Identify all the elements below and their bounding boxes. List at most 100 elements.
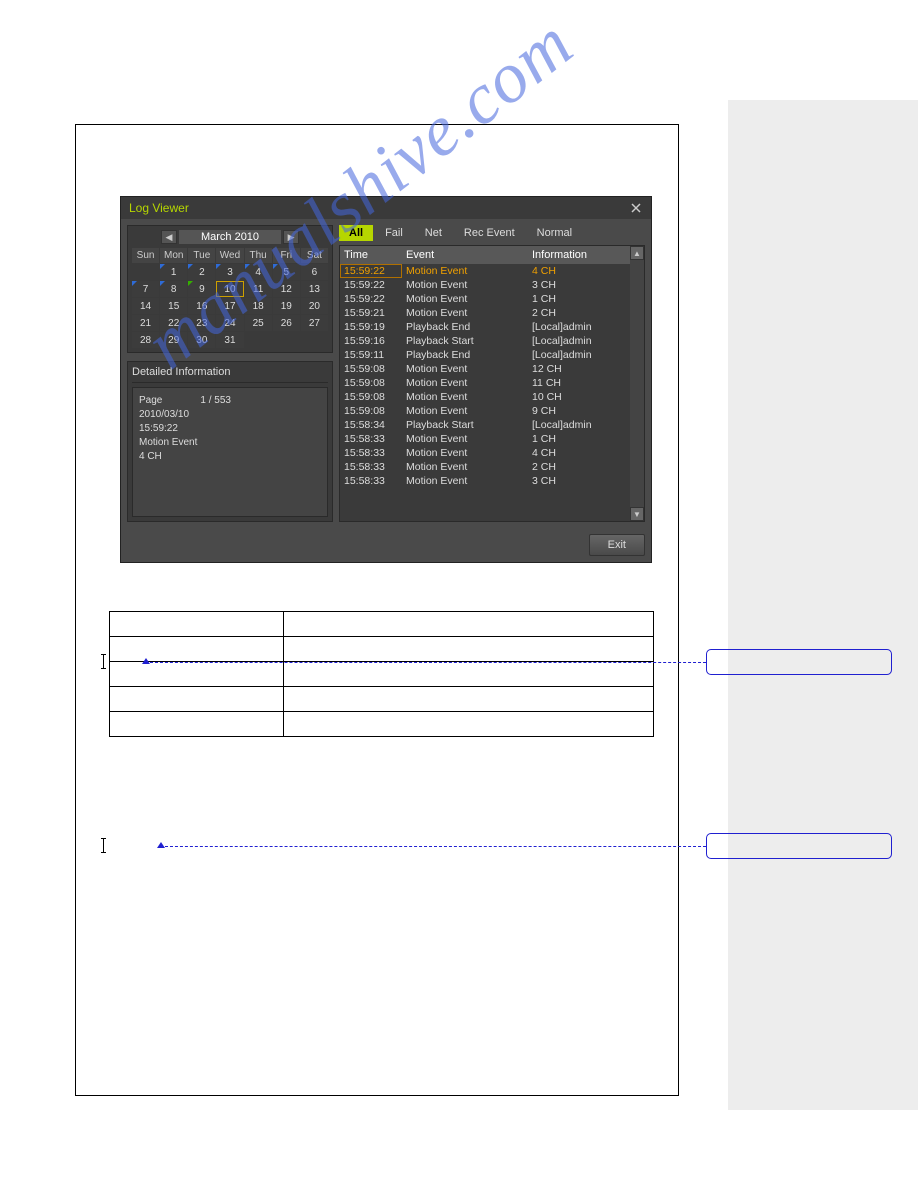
calendar-day[interactable]: 22: [160, 315, 187, 331]
log-row[interactable]: 15:59:08Motion Event 9 CH: [340, 404, 630, 418]
log-row[interactable]: 15:59:21Motion Event 2 CH: [340, 306, 630, 320]
log-row[interactable]: 15:59:08Motion Event 11 CH: [340, 376, 630, 390]
detail-line: Motion Event: [139, 436, 321, 450]
calendar-day[interactable]: 3: [216, 264, 243, 280]
event-marker-icon: [132, 281, 137, 286]
calendar-day[interactable]: 8: [160, 281, 187, 297]
prev-month-button[interactable]: ◀: [161, 230, 177, 244]
log-cell-info: 12 CH: [528, 362, 630, 376]
scroll-down-button[interactable]: ▼: [630, 507, 644, 521]
log-cell-info: 2 CH: [528, 306, 630, 320]
log-cell-info: 2 CH: [528, 460, 630, 474]
next-month-button[interactable]: ▶: [283, 230, 299, 244]
log-row[interactable]: 15:59:22Motion Event 1 CH: [340, 292, 630, 306]
tab-rec-event[interactable]: Rec Event: [454, 225, 525, 241]
log-row[interactable]: 15:58:33Motion Event 1 CH: [340, 432, 630, 446]
cursor-icon: [103, 654, 104, 669]
calendar-day[interactable]: 17: [216, 298, 243, 314]
log-row[interactable]: 15:58:33Motion Event 4 CH: [340, 446, 630, 460]
calendar-day[interactable]: 23: [188, 315, 215, 331]
detail-line: 4 CH: [139, 450, 321, 464]
calendar-day[interactable]: 2: [188, 264, 215, 280]
calendar-day[interactable]: 18: [245, 298, 272, 314]
log-row[interactable]: 15:58:34Playback Start[Local]admin: [340, 418, 630, 432]
log-row[interactable]: 15:59:11Playback End[Local]admin: [340, 348, 630, 362]
log-cell-time: 15:58:33: [340, 474, 402, 488]
calendar-day[interactable]: 28: [132, 332, 159, 348]
log-row[interactable]: 15:59:08Motion Event 12 CH: [340, 362, 630, 376]
log-row[interactable]: 15:59:16Playback Start[Local]admin: [340, 334, 630, 348]
log-cell-event: Motion Event: [402, 264, 528, 278]
cursor-icon: [103, 838, 104, 853]
log-cell-event: Motion Event: [402, 278, 528, 292]
col-time-header: Time: [340, 246, 402, 264]
log-cell-time: 15:59:22: [340, 278, 402, 292]
calendar-day[interactable]: 1: [160, 264, 187, 280]
event-marker-icon: [160, 281, 165, 286]
event-marker-icon: [216, 264, 221, 269]
month-label: March 2010: [179, 230, 281, 244]
close-icon[interactable]: [629, 201, 643, 215]
log-cell-info: [Local]admin: [528, 334, 630, 348]
calendar-day[interactable]: 27: [301, 315, 328, 331]
log-cell-time: 15:59:08: [340, 362, 402, 376]
calendar-day[interactable]: 13: [301, 281, 328, 297]
tab-fail[interactable]: Fail: [375, 225, 413, 241]
calendar-dow: Wed: [216, 248, 243, 263]
calendar-day[interactable]: 29: [160, 332, 187, 348]
calendar-day[interactable]: 7: [132, 281, 159, 297]
log-cell-info: 11 CH: [528, 376, 630, 390]
exit-button[interactable]: Exit: [589, 534, 645, 556]
calendar-day[interactable]: 24: [216, 315, 243, 331]
calendar-day[interactable]: 5: [273, 264, 300, 280]
calendar: ◀ March 2010 ▶ SunMonTueWedThuFriSat1234…: [127, 225, 333, 353]
tab-all[interactable]: All: [339, 225, 373, 241]
tab-normal[interactable]: Normal: [527, 225, 582, 241]
calendar-day[interactable]: 11: [245, 281, 272, 297]
log-cell-info: 3 CH: [528, 474, 630, 488]
event-marker-icon: [188, 264, 193, 269]
page-margin-shade: [728, 100, 918, 1110]
scroll-up-button[interactable]: ▲: [630, 246, 644, 260]
scrollbar[interactable]: ▲ ▼: [630, 246, 644, 521]
log-cell-time: 15:58:33: [340, 446, 402, 460]
detail-title: Detailed Information: [132, 366, 328, 383]
detail-line: 15:59:22: [139, 422, 321, 436]
calendar-day[interactable]: 14: [132, 298, 159, 314]
col-event-header: Event: [402, 246, 528, 264]
log-row[interactable]: 15:58:33Motion Event 2 CH: [340, 460, 630, 474]
calendar-day[interactable]: 10: [216, 281, 243, 297]
log-cell-info: 1 CH: [528, 292, 630, 306]
log-cell-info: 1 CH: [528, 432, 630, 446]
calendar-day[interactable]: 31: [216, 332, 243, 348]
log-row[interactable]: 15:59:19Playback End[Local]admin: [340, 320, 630, 334]
log-cell-event: Motion Event: [402, 432, 528, 446]
log-cell-time: 15:59:19: [340, 320, 402, 334]
calendar-day[interactable]: 4: [245, 264, 272, 280]
log-row[interactable]: 15:59:08Motion Event 10 CH: [340, 390, 630, 404]
log-cell-event: Motion Event: [402, 376, 528, 390]
calendar-day[interactable]: 30: [188, 332, 215, 348]
calendar-day[interactable]: 19: [273, 298, 300, 314]
calendar-day[interactable]: 20: [301, 298, 328, 314]
event-marker-icon: [160, 264, 165, 269]
log-row[interactable]: 15:58:33Motion Event 3 CH: [340, 474, 630, 488]
calendar-day[interactable]: 21: [132, 315, 159, 331]
calendar-dow: Mon: [160, 248, 187, 263]
log-cell-time: 15:58:34: [340, 418, 402, 432]
callout-box: [706, 833, 892, 859]
log-row[interactable]: 15:59:22Motion Event 3 CH: [340, 278, 630, 292]
calendar-day[interactable]: 25: [245, 315, 272, 331]
log-row[interactable]: 15:59:22Motion Event 4 CH: [340, 264, 630, 278]
calendar-day[interactable]: 12: [273, 281, 300, 297]
window-title: Log Viewer: [129, 201, 189, 215]
calendar-day[interactable]: 16: [188, 298, 215, 314]
calendar-day[interactable]: 26: [273, 315, 300, 331]
callout-marker-icon: [142, 658, 150, 664]
calendar-day[interactable]: 6: [301, 264, 328, 280]
calendar-day[interactable]: 15: [160, 298, 187, 314]
log-cell-time: 15:59:11: [340, 348, 402, 362]
tab-net[interactable]: Net: [415, 225, 452, 241]
calendar-day[interactable]: 9: [188, 281, 215, 297]
detail-line: 2010/03/10: [139, 408, 321, 422]
